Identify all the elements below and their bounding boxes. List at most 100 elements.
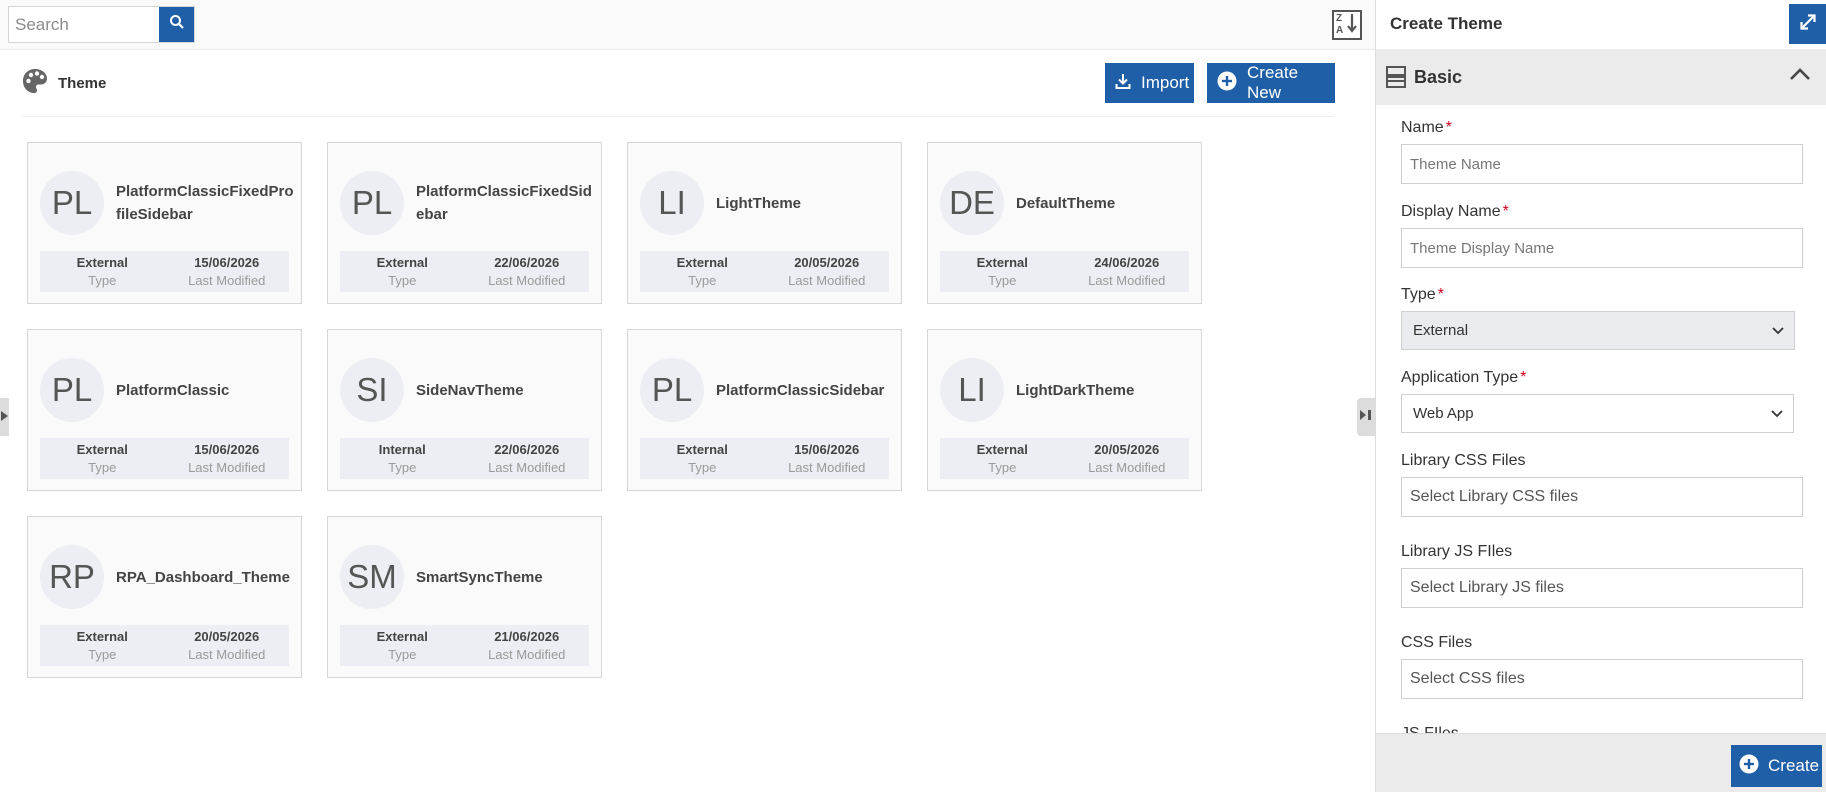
theme-type: External [676, 254, 728, 270]
card-meta: External Type 21/06/2026 Last Modified [340, 625, 589, 666]
name-input[interactable] [1401, 144, 1803, 184]
search-button[interactable] [159, 7, 194, 42]
theme-list-area: Z A Theme Imp [0, 0, 1375, 792]
header-divider [22, 116, 1334, 117]
last-modified-date: 20/05/2026 [1094, 441, 1160, 457]
create-button[interactable]: Create [1731, 745, 1822, 787]
application-type-value: Web App [1413, 405, 1474, 422]
basic-section-header[interactable]: Basic [1376, 49, 1826, 105]
theme-name: PlatformClassic [116, 381, 230, 399]
theme-card[interactable]: PL PlatformClassicSidebar External Type 1… [627, 329, 902, 491]
plus-circle-icon [1217, 71, 1237, 96]
download-icon [1115, 73, 1131, 94]
type-label: Type [88, 459, 117, 475]
card-meta: External Type 20/05/2026 Last Modified [940, 438, 1189, 479]
import-button[interactable]: Import [1105, 63, 1194, 103]
type-select-value: External [1413, 322, 1469, 339]
last-modified-date: 22/06/2026 [494, 441, 560, 457]
required-marker: * [1445, 119, 1452, 136]
theme-type: External [976, 254, 1028, 270]
create-label: Create [1768, 756, 1820, 775]
card-meta: External Type 24/06/2026 Last Modified [940, 251, 1189, 292]
search-box [8, 6, 195, 43]
chevron-up-icon[interactable] [1789, 67, 1811, 86]
sort-z-a-button[interactable]: Z A [1332, 10, 1362, 40]
last-modified-label: Last Modified [188, 459, 266, 475]
last-modified-label: Last Modified [1088, 272, 1166, 288]
plus-circle-icon [1739, 754, 1759, 779]
panel-collapse-handle[interactable] [1357, 398, 1375, 436]
create-theme-panel: Create Theme Basic Name* Display Nam [1375, 0, 1826, 792]
expand-panel-button[interactable] [1789, 4, 1826, 44]
theme-card[interactable]: PL PlatformClassicFixedProfileSidebar Ex… [27, 142, 302, 304]
type-label: Type [388, 459, 417, 475]
library-js-label: Library JS FIles [1401, 543, 1513, 560]
theme-type: External [76, 254, 128, 270]
theme-card[interactable]: SI SideNavTheme Internal Type 22/06/2026 L… [327, 329, 602, 491]
last-modified-date: 15/06/2026 [194, 441, 260, 457]
import-label: Import [1141, 73, 1190, 92]
avatar: SI [340, 358, 404, 422]
search-input[interactable] [9, 7, 159, 42]
theme-card[interactable]: LI LightDarkTheme External Type 20/05/202… [927, 329, 1202, 491]
theme-card[interactable]: PL PlatformClassic External Type 15/06/20… [27, 329, 302, 491]
css-files-field: CSS Files Select CSS files [1401, 634, 1803, 699]
type-label: Type [388, 646, 417, 662]
last-modified-label: Last Modified [188, 646, 266, 662]
expand-icon [1798, 12, 1818, 37]
application-type-select[interactable]: Web App [1401, 394, 1794, 433]
sort-z-a-icon: Z A [1335, 11, 1359, 40]
theme-type: Internal [378, 441, 426, 457]
css-files-label: CSS Files [1401, 634, 1473, 651]
type-label: Type [88, 272, 117, 288]
last-modified-date: 20/05/2026 [194, 628, 260, 644]
last-modified-label: Last Modified [488, 272, 566, 288]
theme-card[interactable]: RP RPA_Dashboard_Theme External Type 20/0… [27, 516, 302, 678]
form-body[interactable]: Name* Display Name* Type* External Appli… [1376, 105, 1826, 733]
theme-name: PlatformClassicSidebar [716, 381, 885, 399]
js-files-label: JS FIles [1401, 725, 1459, 733]
panel-header: Create Theme [1376, 0, 1826, 49]
type-label: Type [388, 272, 417, 288]
svg-text:A: A [1336, 25, 1343, 35]
theme-card[interactable]: LI LightTheme External Type 20/05/2026 Las… [627, 142, 902, 304]
type-label: Type [688, 459, 717, 475]
required-marker: * [1520, 369, 1527, 386]
library-css-field: Library CSS Files Select Library CSS fil… [1401, 452, 1803, 517]
theme-card[interactable]: SM SmartSyncTheme External Type 21/06/202… [327, 516, 602, 678]
theme-card[interactable]: DE DefaultTheme External Type 24/06/2026 L… [927, 142, 1202, 304]
type-select[interactable]: External [1401, 311, 1795, 350]
display-name-field: Display Name * [1401, 203, 1803, 268]
theme-type: External [76, 628, 128, 644]
create-new-label: Create New [1247, 63, 1299, 102]
theme-card-grid: PL PlatformClassicFixedProfileSidebar Ex… [27, 142, 1202, 678]
card-meta: External Type 15/06/2026 Last Modified [40, 438, 289, 479]
type-label: Type [688, 272, 717, 288]
search-icon [169, 14, 185, 35]
library-js-placeholder: Select Library JS files [1410, 579, 1564, 596]
application-type-field: Application Type * Web App [1401, 369, 1794, 433]
avatar: LI [940, 358, 1004, 422]
theme-type: External [676, 441, 728, 457]
last-modified-label: Last Modified [788, 459, 866, 475]
theme-name: SmartSyncTheme [416, 568, 543, 586]
left-collapse-handle[interactable] [0, 398, 9, 436]
js-files-field: JS FIles [1401, 725, 1459, 733]
display-name-label: Display Name * [1401, 203, 1509, 220]
create-new-button[interactable]: Create New [1207, 63, 1335, 103]
svg-text:Z: Z [1336, 13, 1342, 24]
form-section-icon [1386, 66, 1406, 93]
name-field: Name * [1401, 119, 1803, 184]
theme-card[interactable]: PL PlatformClassicFixedSidebar External T… [327, 142, 602, 304]
panel-toggle-icon [1360, 408, 1372, 426]
required-marker: * [1437, 286, 1444, 303]
display-name-input[interactable] [1401, 228, 1803, 268]
theme-name: RPA_Dashboard_Theme [116, 568, 290, 586]
avatar: PL [340, 171, 404, 235]
name-label: Name * [1401, 119, 1452, 136]
css-files-input[interactable]: Select CSS files [1401, 659, 1803, 699]
library-css-input[interactable]: Select Library CSS files [1401, 477, 1803, 517]
type-label: Type [988, 459, 1017, 475]
library-js-input[interactable]: Select Library JS files [1401, 568, 1803, 608]
type-label: Type * [1401, 286, 1444, 303]
